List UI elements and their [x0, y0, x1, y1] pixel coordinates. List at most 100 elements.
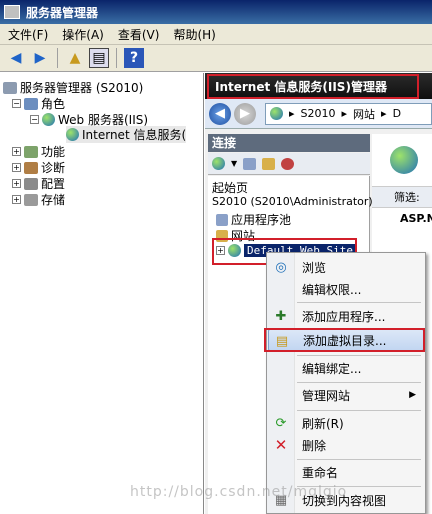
tree-item-start-page[interactable]: 起始页 — [212, 179, 248, 196]
menu-view[interactable]: 查看(V) — [118, 26, 160, 43]
save-icon[interactable] — [243, 157, 257, 170]
window-titlebar: 服务器管理器 — [0, 0, 432, 24]
tree-item-label: 功能 — [41, 145, 66, 159]
forward-button[interactable]: ▶ — [234, 102, 256, 125]
toolbar-separator — [116, 48, 117, 68]
tree-item-label: 起始页 — [212, 181, 249, 195]
show-hide-tree-icon[interactable]: ▤ — [89, 48, 109, 68]
tree-item-label: S2010 (S2010\Administrator) — [212, 195, 373, 208]
menu-item-label: 添加应用程序... — [302, 309, 386, 324]
back-arrow-icon[interactable]: ◀ — [6, 48, 26, 68]
breadcrumb-separator: ▸ — [341, 107, 348, 120]
server-manager-icon — [4, 5, 20, 19]
breadcrumb-site[interactable]: D — [393, 107, 401, 120]
menu-separator — [297, 382, 421, 383]
tree-item-config[interactable]: + 配置 — [12, 175, 65, 192]
menu-separator — [297, 410, 421, 411]
iis-icon — [66, 128, 79, 141]
submenu-arrow-icon: ▶ — [409, 390, 416, 400]
tree-item-roles[interactable]: − 角色 — [12, 95, 65, 112]
chevron-down-icon[interactable]: ▼ — [231, 159, 237, 168]
connections-title: 连接 — [208, 134, 370, 152]
expand-icon[interactable]: + — [12, 179, 21, 188]
server-manager-tree: 服务器管理器 (S2010) − 角色 − Web 服务器(IIS) Inter… — [0, 73, 204, 514]
tree-item-features[interactable]: + 功能 — [12, 143, 65, 160]
menu-action[interactable]: 操作(A) — [62, 26, 104, 43]
window-title: 服务器管理器 — [26, 5, 99, 20]
menu-separator — [297, 355, 421, 356]
app-pool-icon — [216, 213, 228, 226]
menu-item-browse[interactable]: ◎ 浏览 — [268, 256, 424, 278]
collapse-icon[interactable]: − — [30, 115, 39, 124]
menu-item-delete[interactable]: ✕ 删除 — [268, 434, 424, 456]
tree-root-label: 服务器管理器 (S2010) — [20, 81, 144, 95]
expand-icon[interactable]: + — [12, 195, 21, 204]
collapse-icon[interactable]: − — [12, 99, 21, 108]
globe-icon — [270, 107, 283, 120]
features-icon — [24, 145, 38, 158]
toolbar-separator — [57, 48, 58, 68]
menu-item-refresh[interactable]: ⟳ 刷新(R) — [268, 412, 424, 434]
browse-icon: ◎ — [275, 259, 287, 275]
tree-item-iis[interactable]: Internet 信息服务( — [66, 126, 187, 143]
tree-item-label: 诊断 — [41, 161, 66, 175]
web-server-icon — [42, 113, 55, 126]
tree-item-app-pools[interactable]: 应用程序池 — [216, 211, 291, 228]
tree-item-label: Internet 信息服务( — [82, 128, 187, 142]
tree-item-label: 配置 — [41, 177, 66, 191]
connect-icon[interactable] — [212, 157, 225, 170]
menu-item-edit-permissions[interactable]: 编辑权限... — [268, 278, 424, 300]
menu-item-label: 重命名 — [302, 465, 339, 480]
menu-item-label: 编辑绑定... — [302, 361, 362, 376]
tree-item-label: 角色 — [41, 97, 66, 111]
help-icon[interactable]: ? — [124, 48, 144, 68]
expand-icon[interactable]: + — [12, 147, 21, 156]
menu-item-label: 浏览 — [302, 260, 327, 275]
menu-item-rename[interactable]: 重命名 — [268, 461, 424, 483]
filter-label: 筛选: — [372, 186, 432, 208]
refresh-icon: ⟳ — [275, 415, 287, 431]
disconnect-icon[interactable] — [281, 157, 295, 170]
menu-item-edit-bindings[interactable]: 编辑绑定... — [268, 357, 424, 379]
menu-separator — [297, 302, 421, 303]
up-folder-icon[interactable]: ▲ — [65, 48, 85, 68]
back-button[interactable]: ◀ — [209, 102, 231, 125]
server-icon — [3, 81, 17, 94]
menu-item-add-application[interactable]: ✚ 添加应用程序... — [268, 305, 424, 327]
delete-icon: ✕ — [274, 436, 288, 454]
menu-bar: 文件(F) 操作(A) 查看(V) 帮助(H) — [0, 24, 432, 45]
tree-item-diagnostics[interactable]: + 诊断 — [12, 159, 65, 176]
address-bar: ◀ ▶ ▸ S2010 ▸ 网站 ▸ D — [205, 99, 432, 129]
tree-item-label: 存储 — [41, 193, 66, 207]
breadcrumb[interactable]: ▸ S2010 ▸ 网站 ▸ D — [265, 102, 432, 125]
storage-icon — [24, 193, 38, 206]
menu-file[interactable]: 文件(F) — [8, 26, 48, 43]
diagnostics-icon — [24, 161, 38, 174]
breadcrumb-separator: ▸ — [289, 107, 295, 120]
tree-root[interactable]: 服务器管理器 (S2010) — [3, 79, 143, 96]
menu-item-label: 编辑权限... — [302, 282, 362, 297]
config-icon — [24, 177, 38, 190]
connections-toolbar: ▼ — [208, 153, 370, 175]
breadcrumb-sites[interactable]: 网站 — [353, 106, 375, 122]
expand-icon[interactable]: + — [12, 163, 21, 172]
menu-help[interactable]: 帮助(H) — [173, 26, 215, 43]
site-large-icon — [390, 146, 418, 174]
breadcrumb-separator: ▸ — [381, 107, 387, 120]
breadcrumb-server[interactable]: S2010 — [301, 107, 336, 120]
toolbar: ◀ ▶ ▲ ▤ ? — [0, 45, 432, 72]
highlight-box — [207, 74, 419, 99]
feature-item[interactable]: ASP.N — [400, 212, 432, 225]
roles-icon — [24, 97, 38, 110]
menu-item-label: 管理网站 — [302, 388, 351, 403]
tree-item-label: 应用程序池 — [231, 213, 292, 227]
folder-up-icon[interactable] — [262, 157, 276, 170]
watermark: http://blog.csdn.net/mglgio — [130, 484, 348, 500]
tree-item-storage[interactable]: + 存储 — [12, 191, 65, 208]
tree-item-server[interactable]: S2010 (S2010\Administrator) — [212, 195, 373, 208]
forward-arrow-icon[interactable]: ▶ — [30, 48, 50, 68]
site-context-menu: ◎ 浏览 编辑权限... ✚ 添加应用程序... ▤ 添加虚拟目录... 编辑绑… — [266, 252, 426, 514]
menu-separator — [297, 459, 421, 460]
menu-item-label: 刷新(R) — [302, 416, 344, 431]
menu-item-manage-site[interactable]: 管理网站 ▶ — [268, 384, 424, 406]
